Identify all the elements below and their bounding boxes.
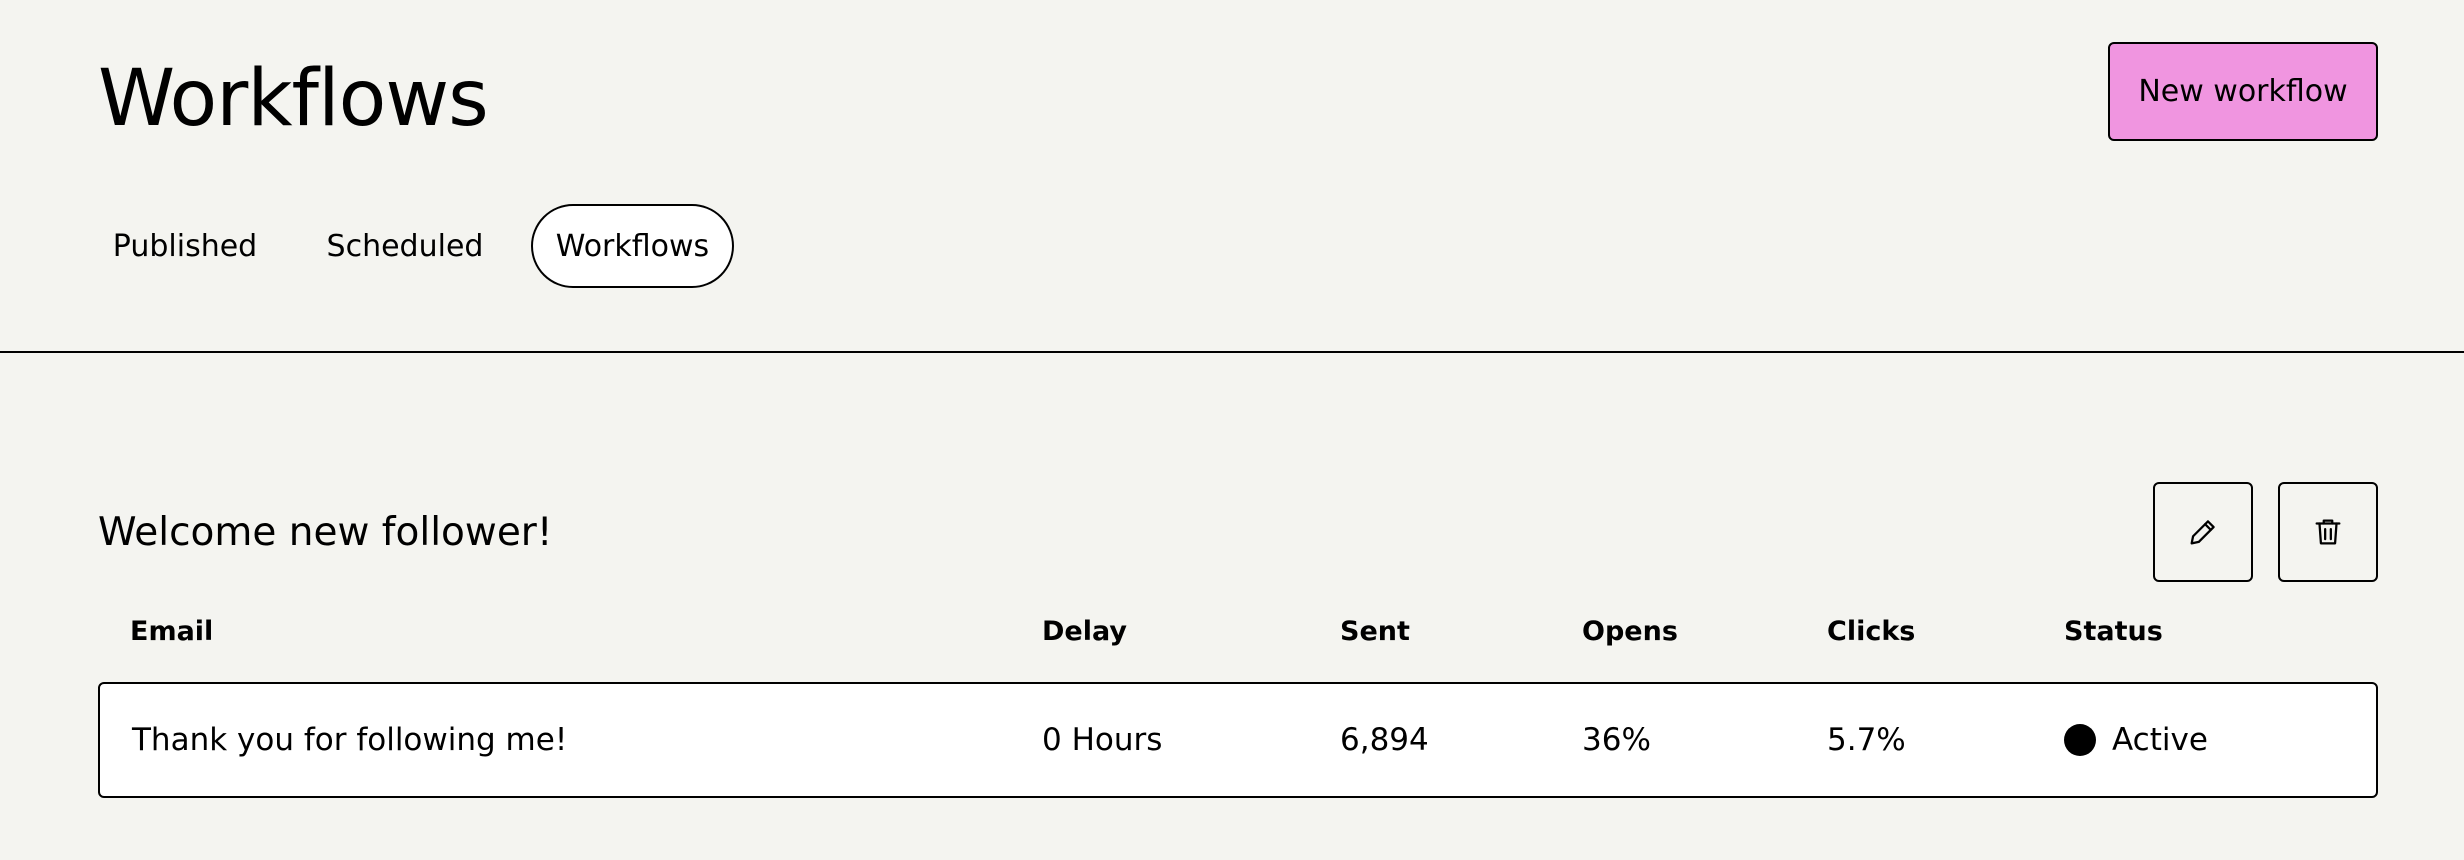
tab-scheduled[interactable]: Scheduled [312, 204, 498, 288]
sent-cell: 6,894 [1340, 722, 1429, 758]
column-header-delay: Delay [1042, 616, 1127, 647]
tab-published[interactable]: Published [98, 204, 272, 288]
column-header-sent: Sent [1340, 616, 1410, 647]
trash-icon [2315, 519, 2341, 545]
edit-workflow-button[interactable] [2153, 482, 2253, 582]
column-header-status: Status [2064, 616, 2163, 647]
status-dot-icon [2064, 724, 2096, 756]
clicks-cell: 5.7% [1827, 722, 1906, 758]
column-header-clicks: Clicks [1827, 616, 1916, 647]
delay-cell: 0 Hours [1042, 722, 1163, 758]
page-title: Workflows [98, 54, 489, 144]
column-header-opens: Opens [1582, 616, 1678, 647]
email-cell: Thank you for following me! [132, 722, 568, 758]
tab-workflows[interactable]: Workflows [531, 204, 734, 288]
column-header-email: Email [130, 616, 214, 647]
status-cell: Active [2064, 720, 2208, 760]
pencil-icon [2190, 520, 2215, 545]
table-row[interactable]: Thank you for following me! 0 Hours 6,89… [98, 682, 2378, 798]
workflow-title: Welcome new follower! [98, 510, 553, 555]
new-workflow-button[interactable]: New workflow [2108, 42, 2378, 141]
opens-cell: 36% [1582, 722, 1651, 758]
status-label: Active [2112, 722, 2208, 758]
delete-workflow-button[interactable] [2278, 482, 2378, 582]
header-divider [0, 351, 2464, 353]
